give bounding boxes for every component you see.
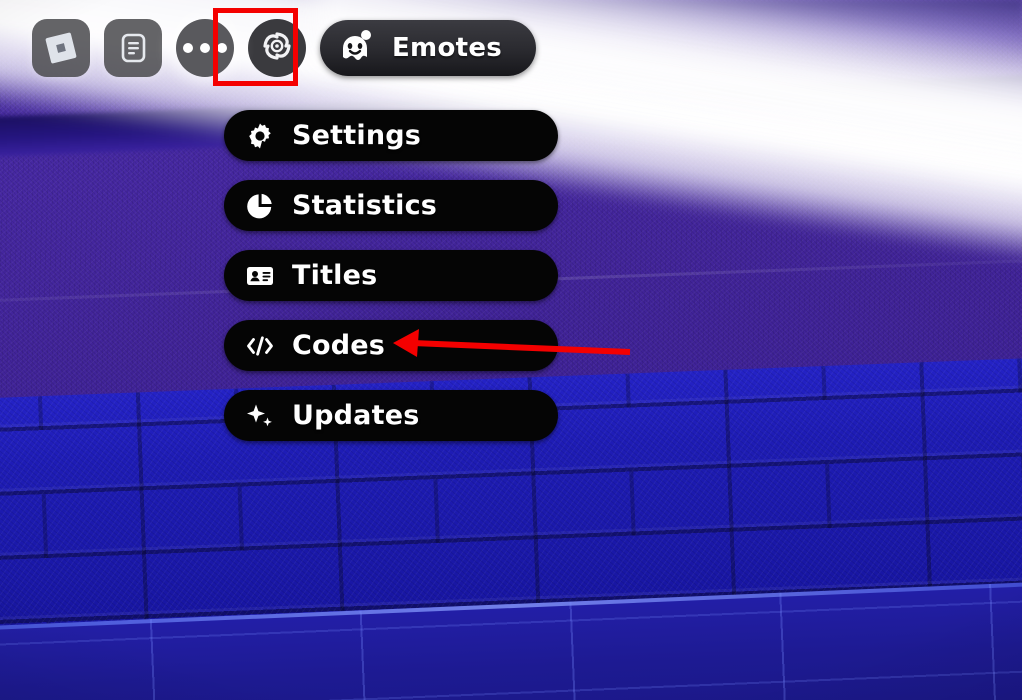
dot-2 xyxy=(200,42,210,53)
menu-item-label: Codes xyxy=(292,330,386,361)
menu-item-statistics[interactable]: Statistics xyxy=(224,180,558,231)
menu-item-updates[interactable]: Updates xyxy=(224,390,558,441)
gear-icon xyxy=(244,120,276,152)
game-screenshot: Emotes Settings Statistics Titles Codes … xyxy=(0,0,1022,700)
chat-button[interactable] xyxy=(104,18,162,77)
menu-item-label: Settings xyxy=(292,120,422,151)
menu-item-codes[interactable]: Codes xyxy=(224,320,558,371)
emotes-button[interactable]: Emotes xyxy=(320,19,537,76)
code-brackets-icon xyxy=(244,330,276,362)
menu-item-label: Titles xyxy=(292,260,378,291)
roblox-logo-icon xyxy=(41,28,81,68)
three-dots-icon xyxy=(176,18,234,77)
menu-item-settings[interactable]: Settings xyxy=(224,110,558,161)
emotes-label: Emotes xyxy=(392,32,503,63)
menu-item-label: Statistics xyxy=(292,190,438,221)
id-card-icon xyxy=(244,260,276,292)
menu-item-label: Updates xyxy=(292,400,420,431)
swirl-portal-icon xyxy=(255,24,299,72)
dot-3 xyxy=(217,42,227,53)
dot-1 xyxy=(183,42,193,53)
menu-item-titles[interactable]: Titles xyxy=(224,250,558,301)
roblox-topbar: Emotes xyxy=(0,0,537,95)
more-menu-button[interactable] xyxy=(176,18,234,77)
pie-chart-icon xyxy=(244,190,276,222)
sparkles-icon xyxy=(244,400,276,432)
roblox-logo-button[interactable] xyxy=(32,18,90,77)
chat-document-icon xyxy=(113,28,153,68)
more-menu-panel: Settings Statistics Titles Codes Updates xyxy=(224,110,558,441)
game-badge-button[interactable] xyxy=(248,18,306,77)
ghost-character-icon xyxy=(336,25,378,71)
